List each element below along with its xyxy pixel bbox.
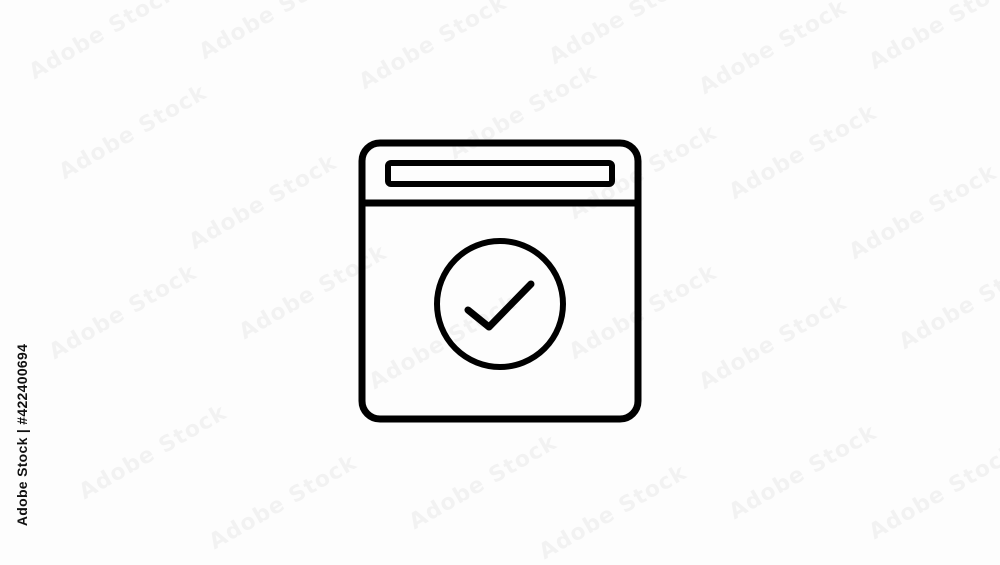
watermark: Adobe Stock	[695, 290, 852, 395]
watermark: Adobe Stock	[25, 0, 182, 85]
image-canvas: Adobe Stock Adobe Stock Adobe Stock Adob…	[0, 0, 1000, 565]
check-mark-icon	[464, 280, 535, 331]
watermark: Adobe Stock	[725, 100, 882, 205]
browser-window-check-icon	[358, 139, 642, 423]
watermark: Adobe Stock	[185, 150, 342, 255]
watermark: Adobe Stock	[535, 460, 692, 565]
stock-id-label: Adobe Stock | #422400694	[10, 320, 34, 550]
watermark: Adobe Stock	[45, 260, 202, 365]
watermark: Adobe Stock	[195, 0, 352, 65]
watermark: Adobe Stock	[75, 400, 232, 505]
watermark: Adobe Stock	[405, 430, 562, 535]
check-circle	[434, 238, 566, 370]
watermark: Adobe Stock	[845, 160, 1000, 265]
watermark: Adobe Stock	[205, 450, 362, 555]
watermark: Adobe Stock	[545, 0, 702, 70]
watermark: Adobe Stock	[55, 80, 212, 185]
watermark: Adobe Stock	[725, 420, 882, 525]
address-bar	[385, 160, 615, 187]
watermark: Adobe Stock	[865, 440, 1000, 545]
watermark: Adobe Stock	[695, 0, 852, 100]
watermark: Adobe Stock	[355, 0, 512, 95]
stock-id-text: Adobe Stock | #422400694	[14, 343, 30, 527]
watermark: Adobe Stock	[865, 0, 1000, 75]
watermark: Adobe Stock	[895, 250, 1000, 355]
